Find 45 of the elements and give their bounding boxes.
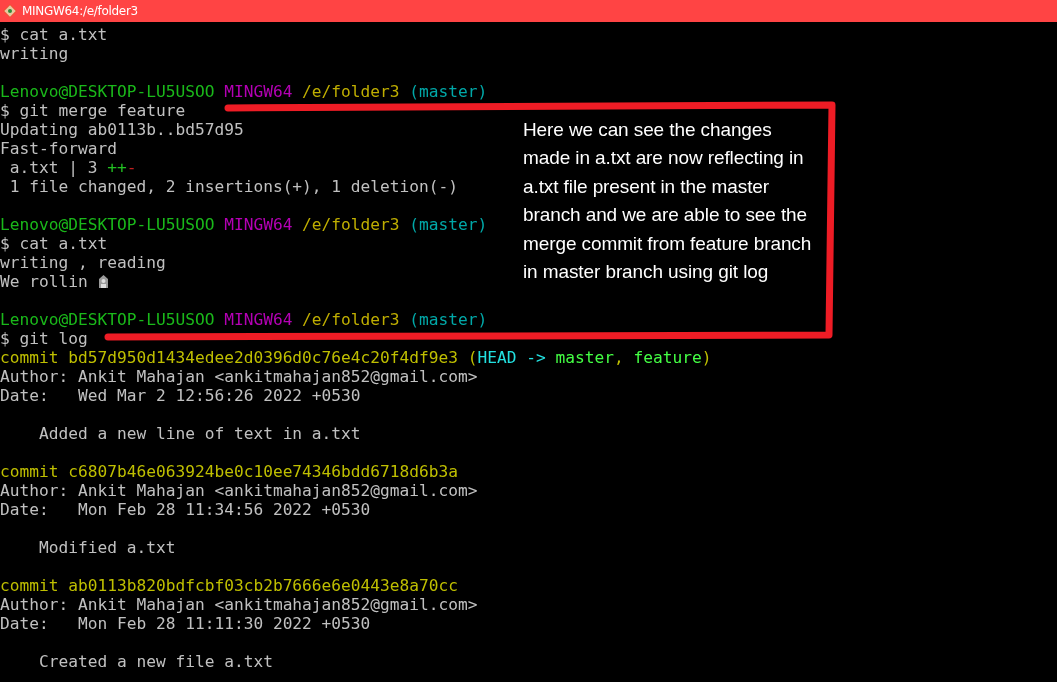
prompt-path: /e/folder3 [301,82,400,101]
terminal-text: We rollin [0,272,88,291]
commit-hash: commit bd57d950d1434edee2d0396d0c76e4c20f4df9e3 ( [0,348,478,367]
terminal-text: $ git log [0,329,88,348]
deletions-mark: - [126,158,137,177]
terminal-text: Author: Ankit Mahajan <ankitmahajan852@gmail.com> [0,481,478,500]
insertions-mark: ++ [106,158,127,177]
terminal-text: Date: Mon Feb 28 11:34:56 2022 +0530 [0,500,371,519]
prompt-host: MINGW64 [223,82,293,101]
prompt-user: Lenovo@DESKTOP-LU5USOO [0,215,215,234]
terminal-text: Updating ab0113b..bd57d95 [0,120,244,139]
prompt-branch: (master) [408,215,488,234]
terminal-text: writing , reading [0,253,166,272]
terminal-text: writing [0,44,69,63]
terminal-text: $ cat a.txt [0,234,108,253]
terminal-text: Author: Ankit Mahajan <ankitmahajan852@gmail.com> [0,595,478,614]
terminal-text: Fast-forward [0,139,117,158]
prompt-user: Lenovo@DESKTOP-LU5USOO [0,82,215,101]
terminal-text: 1 file changed, 2 insertions(+), 1 deletion(-) [8,177,459,196]
terminal-text: Date: Mon Feb 28 11:11:30 2022 +0530 [0,614,371,633]
prompt-host: MINGW64 [223,215,293,234]
prompt-user: Lenovo@DESKTOP-LU5USOO [0,310,215,329]
head-ref: HEAD -> [477,348,547,367]
terminal-text: a.txt | 3 [8,158,98,177]
terminal-text: $ git merge feature [0,101,186,120]
terminal-text: Author: Ankit Mahajan <ankitmahajan852@gmail.com> [0,367,478,386]
commit-hash: commit c6807b46e063924be0c10ee74346bdd6718d6b3a [0,462,459,481]
commit-hash: ) [701,348,712,367]
prompt-branch: (master) [408,310,488,329]
prompt-path: /e/folder3 [301,215,400,234]
commit-hash: commit ab0113b820bdfcbf03cb2b7666e6e0443e8a70cc [0,576,459,595]
terminal-text: Added a new line of text in a.txt [37,424,361,443]
commit-hash: , [614,348,625,367]
prompt-path: /e/folder3 [301,310,400,329]
branch-ref: master [555,348,614,367]
prompt-host: MINGW64 [223,310,293,329]
terminal-text: Modified a.txt [37,538,176,557]
figure-icon [96,274,110,289]
window-title: MINGW64:/e/folder3 [22,4,138,18]
prompt-branch: (master) [408,82,488,101]
terminal-text: $ cat a.txt [0,25,108,44]
terminal-text: Date: Wed Mar 2 12:56:26 2022 +0530 [0,386,361,405]
branch-ref: feature [633,348,702,367]
terminal-text: Created a new file a.txt [37,652,273,671]
annotation-text: Here we can see the changes made in a.txt are now reflecting in a.txt file present in the master branch and we are able to see the merge commit from feature branch in master branch using git log [523,118,813,285]
